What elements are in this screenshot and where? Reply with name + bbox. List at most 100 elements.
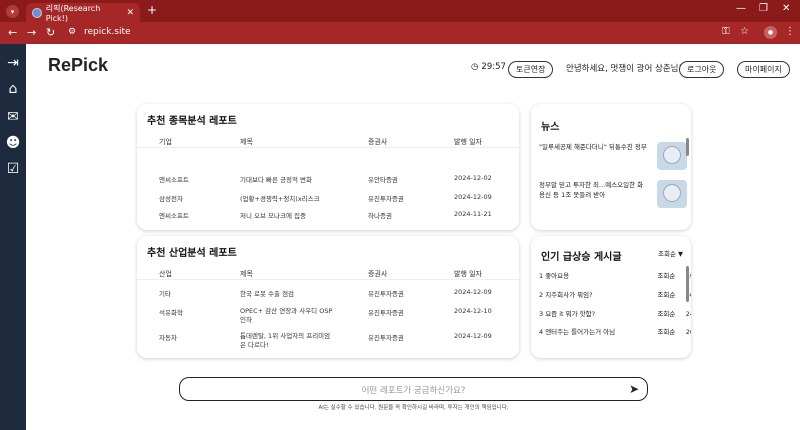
news-title: 뉴스 (541, 122, 560, 133)
post-count: 20 (685, 328, 691, 336)
table-row[interactable]: 석유화학 OPEC+ 감산 연장과 사우디 OSP 인하 유진투자증권 2024… (137, 307, 519, 329)
hot-posts-title: 인기 급상승 게시글 (541, 252, 622, 263)
bookmark-star-icon[interactable]: ☆ (740, 26, 749, 37)
reload-icon[interactable]: ↻ (46, 26, 55, 39)
greeting-text: 안녕하세요, 멋쟁이 광어 상춘님! (566, 64, 682, 74)
industry-table-header: 산업 제목 증권사 발행 일자 (137, 266, 519, 280)
browser-tab[interactable]: 리픽(Research Pick!) ✕ (26, 3, 140, 23)
hot-posts-card: 인기 급상승 게시글 조회순 ▼ 1 좋아요용 조회순 59 2 지주회사가 뭐… (531, 236, 691, 358)
row-broker: 유안타증권 (368, 176, 398, 184)
profile-avatar[interactable]: ● (764, 26, 777, 39)
news-headline[interactable]: "일루세공제 해준다더니" 뒤통수친 정부 (539, 142, 649, 152)
close-icon[interactable]: ✕ (126, 8, 134, 18)
favicon-icon (32, 7, 42, 18)
site-info-icon[interactable]: ⚙ (68, 27, 76, 37)
row-industry: 석유화학 (159, 309, 183, 317)
news-item[interactable]: "일루세공제 해준다더니" 뒤통수친 정부 (539, 142, 689, 176)
send-icon[interactable]: ➤ (629, 382, 639, 396)
row-date: 2024-12-09 (454, 193, 492, 201)
row-title[interactable]: 저니 오브 모나크에 집중 (240, 210, 306, 220)
community-icon[interactable]: ☻ (4, 134, 22, 152)
col-title: 제목 (240, 138, 253, 146)
post-title[interactable]: 4 엔터주는 틀어가는거 아님 (539, 328, 615, 336)
maximize-icon[interactable]: ❐ (759, 3, 768, 14)
stock-table-header: 기업 제목 증권사 발행 일자 (137, 134, 519, 148)
row-industry: 기타 (159, 290, 171, 298)
browser-tab-bar: ▾ 리픽(Research Pick!) ✕ + — ❐ ✕ (0, 0, 800, 23)
row-title[interactable]: 기대보다 빠른 긍정적 변화 (240, 174, 312, 184)
forward-icon[interactable]: → (27, 26, 36, 39)
col-broker: 증권사 (368, 270, 388, 278)
row-date: 2024-12-10 (454, 307, 492, 315)
hot-post-item[interactable]: 4 엔터주는 틀어가는거 아님 조회순 20 (539, 326, 691, 342)
row-broker: 유진투자증권 (368, 290, 404, 298)
news-thumbnail (657, 142, 687, 170)
col-date: 발행 일자 (454, 270, 482, 278)
row-company: 엔씨소프트 (159, 176, 189, 184)
table-row[interactable]: 기타 한국 로봇 수출 점검 유진투자증권 2024-12-09 (137, 288, 519, 306)
row-industry: 자동차 (159, 334, 177, 342)
industry-reports-title: 추천 산업분석 레포트 (147, 248, 237, 259)
window-close-icon[interactable]: ✕ (782, 3, 790, 14)
stock-reports-title: 추천 종목분석 레포트 (147, 116, 237, 127)
row-title[interactable]: (업황+경쟁력+정치)x리스크 (240, 193, 320, 203)
minimize-icon[interactable]: — (736, 3, 746, 14)
col-company: 기업 (159, 138, 172, 146)
back-icon[interactable]: ← (8, 26, 17, 39)
post-title[interactable]: 3 요즘 it 뭐가 핫함? (539, 310, 595, 318)
table-row[interactable]: 자동차 톱데렌탈, 1위 사업자의 프리미엄은 다르다! 유진투자증권 2024… (137, 332, 519, 354)
table-row[interactable]: 엔씨소프트 저니 오브 모나크에 집중 하나증권 2024-11-21 (137, 210, 519, 228)
table-row-partial (137, 151, 519, 161)
home-icon[interactable]: ⌂ (4, 80, 22, 98)
hot-post-item[interactable]: 1 좋아요용 조회순 59 (539, 270, 691, 286)
menu-dots-icon[interactable]: ⋮ (785, 26, 795, 37)
tab-search-icon[interactable]: ▾ (6, 5, 19, 18)
table-row[interactable]: 엔씨소프트 기대보다 빠른 긍정적 변화 유안타증권 2024-12-02 (137, 174, 519, 192)
app-logo[interactable]: RePick (48, 55, 108, 76)
news-headline[interactable]: 정부말 믿고 투자한 죄...예스오일한 화용신 등 1조 못들려 받아 (539, 180, 649, 200)
row-date: 2024-12-09 (454, 288, 492, 296)
new-tab-icon[interactable]: + (147, 3, 157, 17)
post-title[interactable]: 1 좋아요용 (539, 272, 569, 280)
ai-disclaimer: AI는 실수할 수 있습니다. 원문을 꼭 확인하시길 바라며, 투자는 개인의… (318, 405, 509, 411)
news-card: 뉴스 "일루세공제 해준다더니" 뒤통수친 정부 정부말 믿고 투자한 죄...… (531, 104, 691, 230)
chat-icon[interactable]: ✉ (4, 108, 22, 126)
row-date: 2024-11-21 (454, 210, 492, 218)
sort-dropdown[interactable]: 조회순 ▼ (658, 248, 683, 258)
session-timer: ◷ 29:57 (471, 62, 506, 72)
col-broker: 증권사 (368, 138, 388, 146)
news-scrollbar[interactable] (686, 138, 689, 156)
table-row[interactable]: 삼성전자 (업황+경쟁력+정치)x리스크 유진투자증권 2024-12-09 (137, 193, 519, 211)
row-broker: 유진투자증권 (368, 309, 404, 317)
row-title[interactable]: 한국 로봇 수출 점검 (240, 288, 294, 298)
tab-title: 리픽(Research Pick!) (45, 3, 101, 23)
address-bar: ← → ↻ ⚙ repick.site ⚿ ☆ ● ⋮ (0, 22, 800, 44)
row-broker: 유진투자증권 (368, 334, 404, 342)
collapse-sidebar-icon[interactable]: ⇥ (4, 54, 22, 72)
clock-icon: ◷ (471, 62, 479, 72)
post-title[interactable]: 2 지주회사가 뭐임? (539, 291, 593, 299)
extend-token-button[interactable]: 토큰연장 (508, 61, 554, 78)
row-title[interactable]: 톱데렌탈, 1위 사업자의 프리미엄은 다르다! (240, 332, 335, 350)
post-meta: 조회순 20 (657, 326, 691, 336)
col-industry: 산업 (159, 270, 172, 278)
key-icon[interactable]: ⚿ (722, 26, 730, 37)
sidebar: ⇥ ⌂ ✉ ☻ ☑ (0, 44, 26, 430)
hot-post-item[interactable]: 2 지주회사가 뭐임? 조회순 50 (539, 289, 691, 305)
industry-reports-card: 추천 산업분석 레포트 산업 제목 증권사 발행 일자 기타 한국 로봇 수출 … (137, 236, 519, 358)
mypage-button[interactable]: 마이페이지 (737, 61, 790, 78)
post-count: 24 (685, 310, 691, 318)
chat-input[interactable]: 어떤 레포트가 궁금하신가요? (180, 384, 647, 396)
row-broker: 유진투자증권 (368, 195, 404, 203)
row-date: 2024-12-09 (454, 332, 492, 340)
logout-button[interactable]: 로그아웃 (679, 61, 725, 78)
hot-post-item[interactable]: 3 요즘 it 뭐가 핫함? 조회순 24 (539, 308, 691, 324)
row-title[interactable]: OPEC+ 감산 연장과 사우디 OSP 인하 (240, 307, 335, 325)
url-text[interactable]: repick.site (84, 27, 131, 37)
report-list-icon[interactable]: ☑ (4, 160, 22, 178)
chat-input-box[interactable]: 어떤 레포트가 궁금하신가요? ➤ (179, 377, 648, 401)
post-meta-label: 조회순 (657, 291, 676, 299)
hot-posts-scrollbar[interactable] (686, 266, 689, 302)
timer-value: 29:57 (481, 62, 506, 72)
news-item[interactable]: 정부말 믿고 투자한 죄...예스오일한 화용신 등 1조 못들려 받아 (539, 180, 689, 214)
